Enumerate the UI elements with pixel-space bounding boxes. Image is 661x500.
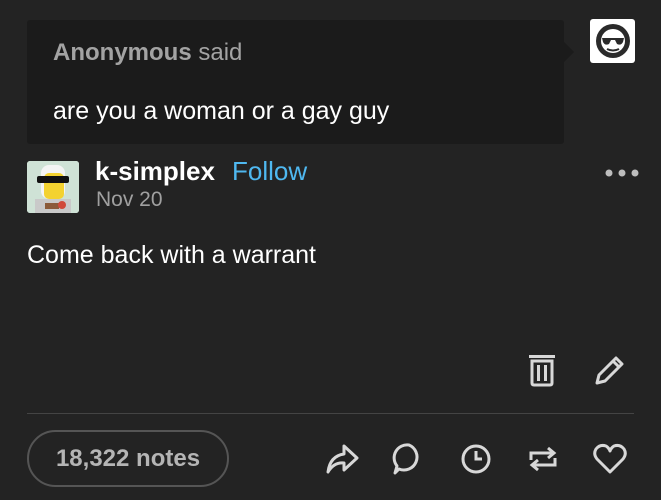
footer-divider	[27, 413, 634, 414]
clock-icon	[461, 444, 491, 474]
ask-question: are you a woman or a gay guy	[53, 97, 390, 125]
follow-button[interactable]: Follow	[232, 156, 307, 187]
post-date: Nov 20	[96, 188, 163, 211]
trash-icon	[529, 355, 555, 387]
asker-name: Anonymous	[53, 39, 192, 66]
edit-button[interactable]	[592, 350, 628, 390]
asker-line: Anonymous said	[53, 39, 242, 67]
anonymous-avatar[interactable]	[590, 19, 635, 63]
post-username[interactable]: k-simplex	[95, 156, 215, 187]
reply-button[interactable]	[390, 440, 428, 478]
post-page: Anonymous said are you a woman or a gay …	[0, 0, 661, 500]
sunglasses-face-icon	[595, 24, 630, 58]
ellipsis-icon	[605, 169, 639, 177]
schedule-button[interactable]	[457, 440, 495, 478]
like-button[interactable]	[591, 440, 629, 478]
notes-button[interactable]: 18,322 notes	[27, 430, 229, 487]
poster-avatar[interactable]	[27, 161, 79, 213]
delete-button[interactable]	[524, 350, 560, 390]
more-options-button[interactable]	[604, 166, 640, 180]
share-button[interactable]	[323, 440, 361, 478]
pencil-icon	[595, 356, 624, 385]
reblog-button[interactable]	[524, 440, 562, 478]
heart-icon	[593, 443, 627, 474]
post-body: Come back with a warrant	[27, 241, 317, 269]
share-icon	[326, 444, 359, 474]
cartoon-avatar-image	[27, 161, 79, 213]
reply-icon	[392, 443, 419, 475]
ask-bubble: Anonymous said are you a woman or a gay …	[27, 20, 574, 144]
asker-suffix: said	[198, 39, 243, 66]
reblog-icon	[529, 446, 557, 472]
